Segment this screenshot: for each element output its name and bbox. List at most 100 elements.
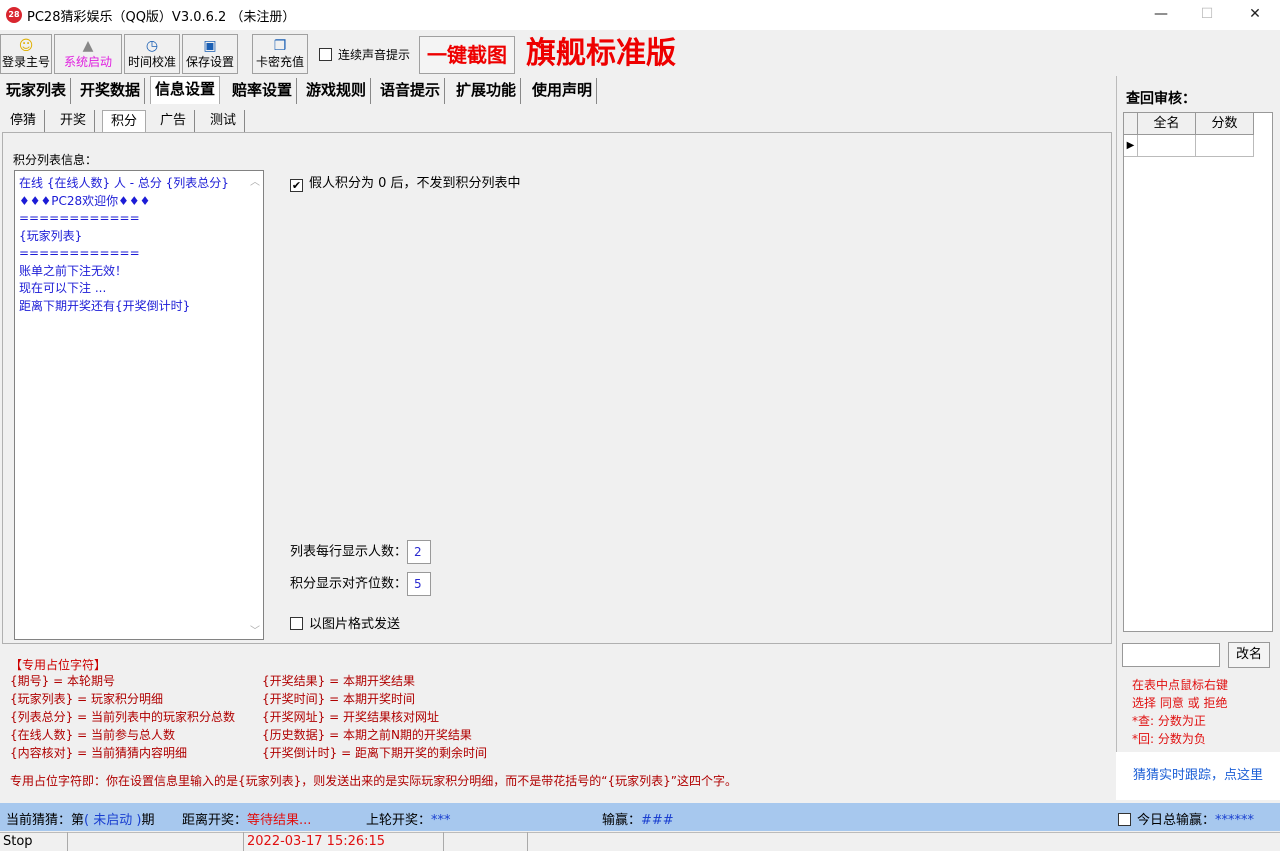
daily-total-label: 今日总输赢： xyxy=(1137,813,1216,828)
realtime-tracking-link[interactable]: 猜猜实时跟踪，点这里 xyxy=(1116,752,1280,800)
continuous-sound-checkbox[interactable]: 连续声音提示 xyxy=(319,46,410,63)
placeholder-item: {列表总分} = 当前列表中的玩家积分总数 xyxy=(10,710,235,724)
screenshot-button[interactable]: 一键截图 xyxy=(419,36,515,74)
audit-title: 查回审核： xyxy=(1126,91,1196,107)
audit-tips: 在表中点鼠标右键 选择 同意 或 拒绝 *查: 分数为正 *回: 分数为负 xyxy=(1132,676,1228,748)
placeholder-item: {开奖网址} = 开奖结果核对网址 xyxy=(262,710,439,724)
image-send-label: 以图片格式发送 xyxy=(309,617,401,632)
placeholder-item: {开奖倒计时} = 距离下期开奖的剩余时间 xyxy=(262,746,487,760)
save-settings-button[interactable]: ▣ 保存设置 xyxy=(182,34,238,74)
countdown-value: 等待结果... xyxy=(247,813,312,828)
checkbox-box[interactable] xyxy=(1118,813,1131,826)
column-header-name[interactable]: 全名 xyxy=(1138,113,1196,135)
card-recharge-button[interactable]: ❐ 卡密充值 xyxy=(252,34,308,74)
align-input[interactable]: 5 xyxy=(407,572,432,596)
tab-odds-settings[interactable]: 赔率设置 xyxy=(228,78,298,104)
list-line: 现在可以下注 ... xyxy=(19,281,107,295)
placeholder-list-right: {开奖结果} = 本期开奖结果 {开奖时间} = 本期开奖时间 {开奖网址} =… xyxy=(262,672,487,762)
login-button[interactable]: ☺ 登录主号 xyxy=(0,34,52,74)
close-button[interactable]: ✕ xyxy=(1232,0,1278,30)
rename-input[interactable] xyxy=(1122,643,1220,667)
subtab-test[interactable]: 测试 xyxy=(202,110,246,132)
tab-draw-data[interactable]: 开奖数据 xyxy=(76,78,146,104)
minimize-button[interactable]: — xyxy=(1138,0,1184,30)
list-line: 距离下期开奖还有{开奖倒计时} xyxy=(19,298,191,313)
checkbox-box[interactable] xyxy=(290,617,303,630)
align-field: 积分显示对齐位数： 5 xyxy=(290,572,432,596)
tab-usage-statement[interactable]: 使用声明 xyxy=(528,78,598,104)
fake-zero-label: 假人积分为 0 后，不发到积分列表中 xyxy=(309,176,521,191)
current-state: ( 未启动 ) xyxy=(84,813,142,828)
copy-icon: ❐ xyxy=(273,38,287,54)
per-row-field: 列表每行显示人数： 2 xyxy=(290,540,432,564)
current-suffix: 期 xyxy=(141,813,155,828)
system-start-button[interactable]: ▲ 系统启动 xyxy=(54,34,122,74)
tip-line: 在表中点鼠标右键 xyxy=(1132,678,1229,692)
time-calibrate-button[interactable]: ◷ 时间校准 xyxy=(124,34,180,74)
tab-game-rules[interactable]: 游戏规则 xyxy=(302,78,372,104)
maximize-button[interactable]: ☐ xyxy=(1184,0,1230,30)
list-line: ============ xyxy=(19,246,140,260)
card-label: 卡密充值 xyxy=(255,55,304,69)
window-title: PC28猜彩娱乐（QQ版）V3.0.6.2 （未注册） xyxy=(27,10,296,25)
tab-info-settings[interactable]: 信息设置 xyxy=(150,76,221,104)
table-corner xyxy=(1124,113,1138,135)
app-logo-icon: 28 xyxy=(6,7,22,23)
score-list-textarea[interactable]: 在线 {在线人数} 人 - 总分 {列表总分} ♦♦♦PC28欢迎你♦♦♦ ==… xyxy=(14,170,264,640)
placeholder-item: {开奖时间} = 本期开奖时间 xyxy=(262,692,415,706)
placeholder-item: {历史数据} = 本期之前N期的开奖结果 xyxy=(262,728,472,742)
countdown-label: 距离开奖： xyxy=(182,813,248,828)
scroll-down-icon[interactable]: ﹀ xyxy=(247,622,263,637)
placeholder-item: {内容核对} = 当前猜猜内容明细 xyxy=(10,746,187,760)
placeholder-item: {在线人数} = 当前参与总人数 xyxy=(10,728,175,742)
placeholder-item: {期号} = 本轮期号 xyxy=(10,674,115,688)
placeholder-item: {开奖结果} = 本期开奖结果 xyxy=(262,674,415,688)
tab-extensions[interactable]: 扩展功能 xyxy=(452,78,522,104)
win-loss-label: 输赢： xyxy=(602,813,642,828)
run-state: Stop xyxy=(0,832,68,851)
datetime: 2022-03-17 15:26:15 xyxy=(244,832,444,851)
list-line: 在线 {在线人数} 人 - 总分 {列表总分} xyxy=(19,176,229,190)
daily-total-value: ****** xyxy=(1215,813,1255,828)
subtab-ads[interactable]: 广告 xyxy=(152,110,196,132)
floppy-disk-icon: ▣ xyxy=(203,38,217,54)
bell-icon: ▲ xyxy=(82,38,94,54)
score-list-title: 积分列表信息： xyxy=(13,153,98,167)
list-line: ♦♦♦PC28欢迎你♦♦♦ xyxy=(19,193,151,208)
last-draw: 上轮开奖：*** xyxy=(366,809,451,828)
current-prefix: 当前猜猜：第 xyxy=(6,813,85,828)
list-line: {玩家列表} xyxy=(19,228,83,243)
image-send-checkbox[interactable]: 以图片格式发送 xyxy=(290,613,400,632)
placeholder-note: 专用占位字符即：你在设置信息里输入的是{玩家列表}，则发送出来的是实际玩家积分明… xyxy=(10,774,737,788)
tip-line: *查: 分数为正 xyxy=(1132,714,1206,728)
align-label: 积分显示对齐位数： xyxy=(290,576,408,592)
checkbox-box[interactable] xyxy=(319,48,332,61)
table-cell-name[interactable] xyxy=(1138,135,1196,157)
clock-icon: ◷ xyxy=(145,38,159,54)
per-row-label: 列表每行显示人数： xyxy=(290,544,408,560)
tab-voice-prompts[interactable]: 语音提示 xyxy=(376,78,446,104)
subtab-stop[interactable]: 停猜 xyxy=(2,110,46,132)
daily-total-checkbox[interactable]: 今日总输赢：****** xyxy=(1118,809,1254,828)
win-loss-value: ### xyxy=(641,813,674,828)
row-pointer-icon: ▶ xyxy=(1124,135,1138,157)
smiley-icon: ☺ xyxy=(18,38,34,54)
scroll-up-icon[interactable]: ︿ xyxy=(247,173,263,188)
per-row-input[interactable]: 2 xyxy=(407,540,432,564)
column-header-score[interactable]: 分数 xyxy=(1196,113,1254,135)
last-draw-value: *** xyxy=(431,813,451,828)
list-scrollbar[interactable]: ︿ ﹀ xyxy=(247,171,263,639)
audit-table[interactable] xyxy=(1123,112,1273,632)
sound-label: 连续声音提示 xyxy=(338,48,411,62)
fake-zero-checkbox[interactable]: ✔ 假人积分为 0 后，不发到积分列表中 xyxy=(290,172,521,192)
checkbox-box[interactable]: ✔ xyxy=(290,179,303,192)
subtab-score[interactable]: 积分 xyxy=(102,110,147,132)
placeholder-item: {玩家列表} = 玩家积分明细 xyxy=(10,692,163,706)
subtab-draw[interactable]: 开奖 xyxy=(52,110,96,132)
placeholder-list-left: {期号} = 本轮期号 {玩家列表} = 玩家积分明细 {列表总分} = 当前列… xyxy=(10,672,235,762)
tab-player-list[interactable]: 玩家列表 xyxy=(2,78,72,104)
table-cell-score[interactable] xyxy=(1196,135,1254,157)
tip-line: 选择 同意 或 拒绝 xyxy=(1132,696,1228,710)
last-draw-label: 上轮开奖： xyxy=(366,813,432,828)
rename-button[interactable]: 改名 xyxy=(1228,642,1270,668)
